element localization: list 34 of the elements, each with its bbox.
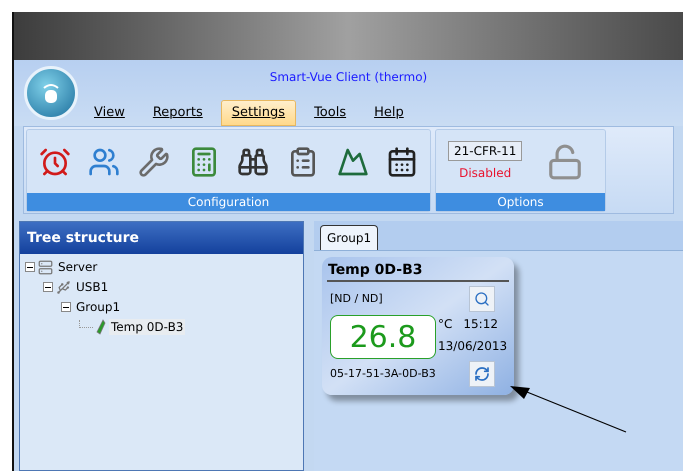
- time-text: 15:12: [463, 316, 498, 333]
- menu-tab[interactable]: Reports: [142, 100, 213, 126]
- app-orb-icon[interactable]: [24, 66, 78, 120]
- expander-toggle[interactable]: [25, 262, 35, 272]
- menu-tab[interactable]: Help: [364, 100, 414, 126]
- usb-icon: [56, 280, 71, 294]
- group-label: Configuration: [27, 193, 430, 211]
- unit-text: °C: [438, 316, 452, 333]
- window-title: Smart-Vue Client (thermo): [270, 69, 428, 86]
- search-icon: [474, 291, 490, 307]
- date-text: 13/06/2013: [438, 338, 508, 355]
- temperature-value: 26.8: [330, 315, 436, 359]
- menu-tab[interactable]: Tools: [304, 100, 356, 126]
- range-text: [ND / ND]: [329, 290, 383, 307]
- expander-toggle[interactable]: [43, 282, 53, 292]
- serial-text: 05-17-51-3A-0D-B3: [329, 366, 436, 382]
- server-icon: [38, 260, 53, 274]
- search-button[interactable]: [469, 286, 495, 312]
- sensor-icon: [96, 319, 106, 335]
- expander-toggle[interactable]: [61, 302, 71, 312]
- group-label: Options: [436, 193, 605, 211]
- tree-item[interactable]: USB1: [74, 279, 110, 295]
- tab[interactable]: Group1: [320, 225, 378, 250]
- cfr-button[interactable]: 21-CFR-11: [448, 141, 522, 161]
- tree-item[interactable]: Temp 0D-B3: [109, 319, 186, 335]
- refresh-icon: [474, 366, 490, 382]
- menu-tab[interactable]: View: [84, 100, 135, 126]
- refresh-button[interactable]: [469, 361, 495, 387]
- menu-tab[interactable]: Settings: [220, 100, 296, 126]
- tree-item[interactable]: Server: [56, 259, 100, 275]
- panel-header: Tree structure: [20, 222, 303, 254]
- card-title: Temp 0D-B3: [327, 260, 509, 282]
- tree-item[interactable]: Group1: [74, 299, 122, 315]
- status-text: Disabled: [459, 165, 512, 182]
